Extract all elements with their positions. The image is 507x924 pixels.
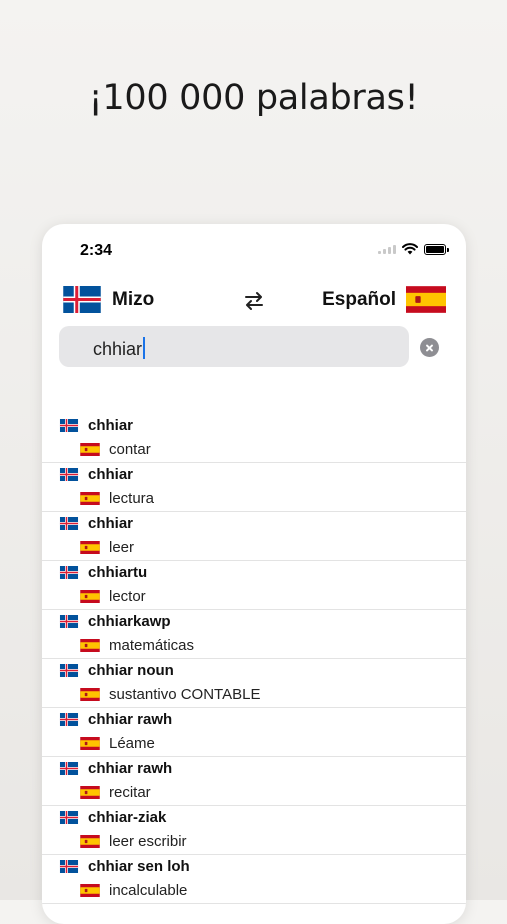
- result-word: chhiar: [88, 466, 134, 483]
- result-word-line: chhiar-ziak: [59, 809, 166, 826]
- iceland-flag-icon: [59, 419, 79, 432]
- result-word: chhiartu: [88, 564, 148, 581]
- result-word: chhiar-ziak: [88, 809, 167, 826]
- result-word: chhiar noun: [88, 662, 174, 679]
- iceland-flag-icon: [62, 286, 102, 313]
- result-translation-line: matemáticas: [80, 637, 194, 654]
- swap-arrows-icon[interactable]: [242, 289, 266, 313]
- iceland-flag-icon: [59, 615, 79, 628]
- spain-flag-icon: [80, 688, 100, 701]
- battery-icon: [424, 243, 449, 255]
- result-translation-line: leer escribir: [80, 833, 187, 850]
- result-translation-line: recitar: [80, 784, 151, 801]
- result-word-line: chhiarkawp: [59, 613, 171, 630]
- spain-flag-icon: [80, 590, 100, 603]
- target-language-label: Español: [322, 288, 396, 310]
- results-list: chhiar contar chhiar lectura chhiar leer chhia…: [42, 414, 466, 904]
- result-translation: leer escribir: [109, 833, 187, 850]
- headline: ¡100 000 palabras!: [88, 78, 419, 118]
- result-translation-line: contar: [80, 441, 151, 458]
- status-bar: 2:34: [42, 224, 466, 276]
- result-row[interactable]: chhiar noun sustantivo CONTABLE: [42, 659, 466, 708]
- result-translation-line: sustantivo CONTABLE: [80, 686, 260, 703]
- result-translation: matemáticas: [109, 637, 195, 654]
- iceland-flag-icon: [59, 468, 79, 481]
- language-bar: Mizo Español: [42, 280, 466, 320]
- result-row[interactable]: chhiar sen loh incalculable: [42, 855, 466, 904]
- iceland-flag-icon: [59, 860, 79, 873]
- result-word-line: chhiar sen loh: [59, 858, 190, 875]
- result-row[interactable]: chhiar-ziak leer escribir: [42, 806, 466, 855]
- iceland-flag-icon: [59, 566, 79, 579]
- spain-flag-icon: [80, 443, 100, 456]
- clear-circle-icon[interactable]: [420, 338, 439, 357]
- iceland-flag-icon: [59, 713, 79, 726]
- spain-flag-icon: [406, 286, 446, 313]
- spain-flag-icon: [80, 884, 100, 897]
- status-time: 2:34: [80, 242, 113, 259]
- result-word-line: chhiar noun: [59, 662, 174, 679]
- search-input[interactable]: chhiar: [59, 326, 409, 367]
- result-translation-line: Léame: [80, 735, 155, 752]
- spain-flag-icon: [80, 639, 100, 652]
- source-language-label: Mizo: [112, 288, 155, 310]
- result-translation: incalculable: [109, 882, 188, 899]
- result-word-line: chhiartu: [59, 564, 147, 581]
- search-input-value: chhiar: [93, 339, 143, 359]
- result-word: chhiarkawp: [88, 613, 171, 630]
- result-translation: lector: [109, 588, 146, 605]
- result-translation-line: lector: [80, 588, 146, 605]
- result-row[interactable]: chhiar contar: [42, 414, 466, 463]
- result-word: chhiar rawh: [88, 760, 173, 777]
- result-translation-line: leer: [80, 539, 134, 556]
- result-row[interactable]: chhiar leer: [42, 512, 466, 561]
- status-icons: [378, 243, 449, 255]
- result-row[interactable]: chhiarkawp matemáticas: [42, 610, 466, 659]
- result-row[interactable]: chhiar rawh recitar: [42, 757, 466, 806]
- source-language-button[interactable]: Mizo: [62, 286, 154, 313]
- spain-flag-icon: [80, 737, 100, 750]
- wifi-icon: [402, 243, 418, 255]
- result-row[interactable]: chhiartu lector: [42, 561, 466, 610]
- result-translation: recitar: [109, 784, 151, 801]
- spain-flag-icon: [80, 835, 100, 848]
- result-word: chhiar rawh: [88, 711, 173, 728]
- iceland-flag-icon: [59, 762, 79, 775]
- result-word: chhiar: [88, 515, 134, 532]
- phone-screen: 2:34 Mizo Español chhiar chhiar contar c…: [42, 224, 466, 924]
- result-translation: contar: [109, 441, 151, 458]
- result-translation: leer: [109, 539, 135, 556]
- result-word-line: chhiar rawh: [59, 711, 172, 728]
- result-word-line: chhiar: [59, 466, 133, 483]
- result-word-line: chhiar: [59, 417, 133, 434]
- iceland-flag-icon: [59, 664, 79, 677]
- result-row[interactable]: chhiar lectura: [42, 463, 466, 512]
- spain-flag-icon: [80, 786, 100, 799]
- result-row[interactable]: chhiar rawh Léame: [42, 708, 466, 757]
- spain-flag-icon: [80, 492, 100, 505]
- result-translation-line: lectura: [80, 490, 154, 507]
- text-caret: [143, 337, 146, 359]
- result-word: chhiar sen loh: [88, 858, 190, 875]
- iceland-flag-icon: [59, 517, 79, 530]
- result-translation: Léame: [109, 735, 155, 752]
- iceland-flag-icon: [59, 811, 79, 824]
- target-language-button[interactable]: Español: [322, 286, 446, 313]
- result-translation: sustantivo CONTABLE: [109, 686, 261, 703]
- result-word: chhiar: [88, 417, 134, 434]
- result-word-line: chhiar: [59, 515, 133, 532]
- result-translation-line: incalculable: [80, 882, 187, 899]
- spain-flag-icon: [80, 541, 100, 554]
- result-word-line: chhiar rawh: [59, 760, 172, 777]
- result-translation: lectura: [109, 490, 155, 507]
- signal-icon: [378, 244, 396, 254]
